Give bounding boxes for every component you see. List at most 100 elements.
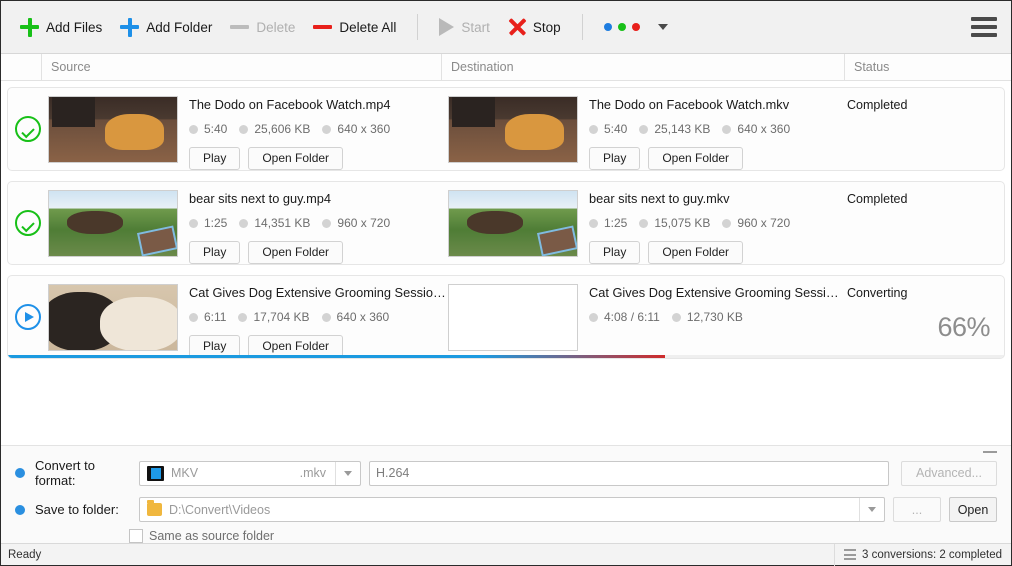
source-actions: Play Open Folder bbox=[189, 241, 448, 264]
source-thumbnail[interactable] bbox=[48, 284, 178, 351]
presets-dropdown[interactable] bbox=[595, 8, 677, 46]
value: 25,606 KB bbox=[254, 122, 310, 136]
format-row: Convert to format: MKV .mkv H.264 Advanc… bbox=[15, 458, 997, 488]
destination-size: 12,730 KB bbox=[672, 310, 743, 324]
list-icon bbox=[844, 549, 856, 560]
value: 6:11 bbox=[204, 310, 226, 324]
delete-all-button[interactable]: Delete All bbox=[304, 8, 405, 46]
destination-size: 15,075 KB bbox=[639, 216, 710, 230]
row-state bbox=[8, 182, 48, 264]
row-destination-pane: Cat Gives Dog Extensive Grooming Session… bbox=[448, 276, 1004, 351]
thumbnail-art bbox=[49, 191, 177, 256]
open-folder-button[interactable]: Open Folder bbox=[248, 241, 343, 264]
play-circle-icon bbox=[15, 304, 41, 330]
bullet-icon bbox=[189, 313, 198, 322]
browse-button: ... bbox=[893, 497, 941, 522]
same-as-source-row[interactable]: Same as source folder bbox=[129, 529, 997, 543]
chevron-down-icon[interactable] bbox=[335, 462, 360, 485]
toolbar-separator bbox=[582, 14, 583, 40]
start-label: Start bbox=[461, 20, 490, 35]
chevron-down-icon[interactable] bbox=[859, 498, 884, 521]
destination-thumbnail[interactable] bbox=[448, 190, 578, 257]
source-duration: 1:25 bbox=[189, 216, 227, 230]
destination-duration: 1:25 bbox=[589, 216, 627, 230]
bullet-icon bbox=[639, 125, 648, 134]
delete-all-label: Delete All bbox=[339, 20, 396, 35]
play-button[interactable]: Play bbox=[189, 241, 240, 264]
bullet-icon bbox=[239, 219, 248, 228]
table-row[interactable]: Cat Gives Dog Extensive Grooming Session… bbox=[7, 275, 1005, 359]
collapse-panel-button[interactable] bbox=[983, 451, 997, 453]
destination-size: 25,143 KB bbox=[639, 122, 710, 136]
status-text: Ready bbox=[1, 549, 834, 561]
row-state bbox=[8, 88, 48, 170]
value: 4:08 / 6:11 bbox=[604, 310, 660, 324]
source-meta: Cat Gives Dog Extensive Grooming Session… bbox=[178, 284, 448, 358]
play-button[interactable]: Play bbox=[589, 147, 640, 170]
hamburger-bar bbox=[971, 17, 997, 21]
destination-actions: Play Open Folder bbox=[589, 241, 1004, 264]
table-row[interactable]: bear sits next to guy.mp4 1:25 14,351 KB… bbox=[7, 181, 1005, 265]
column-status[interactable]: Status bbox=[844, 54, 1011, 81]
add-files-label: Add Files bbox=[46, 20, 102, 35]
dot-red bbox=[632, 23, 640, 31]
thumbnail-art bbox=[49, 97, 177, 162]
play-button[interactable]: Play bbox=[589, 241, 640, 264]
folder-select[interactable]: D:\Convert\Videos bbox=[139, 497, 885, 522]
source-facts: 6:11 17,704 KB 640 x 360 bbox=[189, 310, 448, 324]
value: 960 x 720 bbox=[337, 216, 390, 230]
open-folder-button[interactable]: Open Folder bbox=[648, 241, 743, 264]
value: 25,143 KB bbox=[654, 122, 710, 136]
format-select[interactable]: MKV .mkv bbox=[139, 461, 361, 486]
progress-bar bbox=[8, 355, 1004, 358]
checkbox[interactable] bbox=[129, 529, 143, 543]
same-as-source-label: Same as source folder bbox=[149, 529, 274, 543]
destination-facts: 1:25 15,075 KB 960 x 720 bbox=[589, 216, 1004, 230]
hamburger-bar bbox=[971, 25, 997, 29]
bullet-icon bbox=[189, 125, 198, 134]
value: 960 x 720 bbox=[737, 216, 790, 230]
column-destination[interactable]: Destination bbox=[441, 54, 844, 81]
destination-filename: bear sits next to guy.mkv bbox=[589, 191, 841, 206]
column-source[interactable]: Source bbox=[41, 54, 441, 81]
plus-icon bbox=[120, 18, 139, 37]
value: 1:25 bbox=[604, 216, 627, 230]
toolbar: Add Files Add Folder Delete Delete All S… bbox=[1, 1, 1011, 54]
status-bar: Ready 3 conversions: 2 completed bbox=[1, 543, 1011, 565]
codec-field[interactable]: H.264 bbox=[369, 461, 889, 486]
destination-resolution: 640 x 360 bbox=[722, 122, 790, 136]
column-header: Source Destination Status bbox=[1, 54, 1011, 81]
three-dots-icon bbox=[604, 23, 640, 31]
open-folder-button[interactable]: Open Folder bbox=[248, 147, 343, 170]
thumbnail-art bbox=[449, 191, 577, 256]
destination-thumbnail[interactable] bbox=[448, 96, 578, 163]
toolbar-separator bbox=[417, 14, 418, 40]
play-icon bbox=[439, 18, 454, 36]
add-files-button[interactable]: Add Files bbox=[11, 8, 111, 46]
delete-label: Delete bbox=[256, 20, 295, 35]
hamburger-menu-button[interactable] bbox=[971, 17, 997, 37]
add-folder-label: Add Folder bbox=[146, 20, 212, 35]
stop-label: Stop bbox=[533, 20, 561, 35]
value: 14,351 KB bbox=[254, 216, 310, 230]
source-thumbnail[interactable] bbox=[48, 190, 178, 257]
add-folder-button[interactable]: Add Folder bbox=[111, 8, 221, 46]
destination-actions: Play Open Folder bbox=[589, 147, 1004, 170]
source-meta: bear sits next to guy.mp4 1:25 14,351 KB… bbox=[178, 190, 448, 264]
hamburger-bar bbox=[971, 33, 997, 37]
open-folder-button[interactable]: Open bbox=[949, 497, 997, 522]
row-source-pane: Cat Gives Dog Extensive Grooming Session… bbox=[48, 276, 448, 358]
table-row[interactable]: The Dodo on Facebook Watch.mp4 5:40 25,6… bbox=[7, 87, 1005, 171]
play-button[interactable]: Play bbox=[189, 147, 240, 170]
bullet-icon bbox=[15, 505, 25, 515]
destination-thumbnail[interactable] bbox=[448, 284, 578, 351]
status-badge: Converting bbox=[841, 285, 997, 300]
source-thumbnail[interactable] bbox=[48, 96, 178, 163]
destination-meta: bear sits next to guy.mkv Completed 1:25… bbox=[578, 190, 1004, 264]
source-size: 25,606 KB bbox=[239, 122, 310, 136]
open-folder-button[interactable]: Open Folder bbox=[648, 147, 743, 170]
source-filename: The Dodo on Facebook Watch.mp4 bbox=[189, 97, 448, 112]
source-filename: Cat Gives Dog Extensive Grooming Session… bbox=[189, 285, 448, 300]
stop-button[interactable]: Stop bbox=[499, 8, 570, 46]
app-window: Add Files Add Folder Delete Delete All S… bbox=[0, 0, 1012, 566]
